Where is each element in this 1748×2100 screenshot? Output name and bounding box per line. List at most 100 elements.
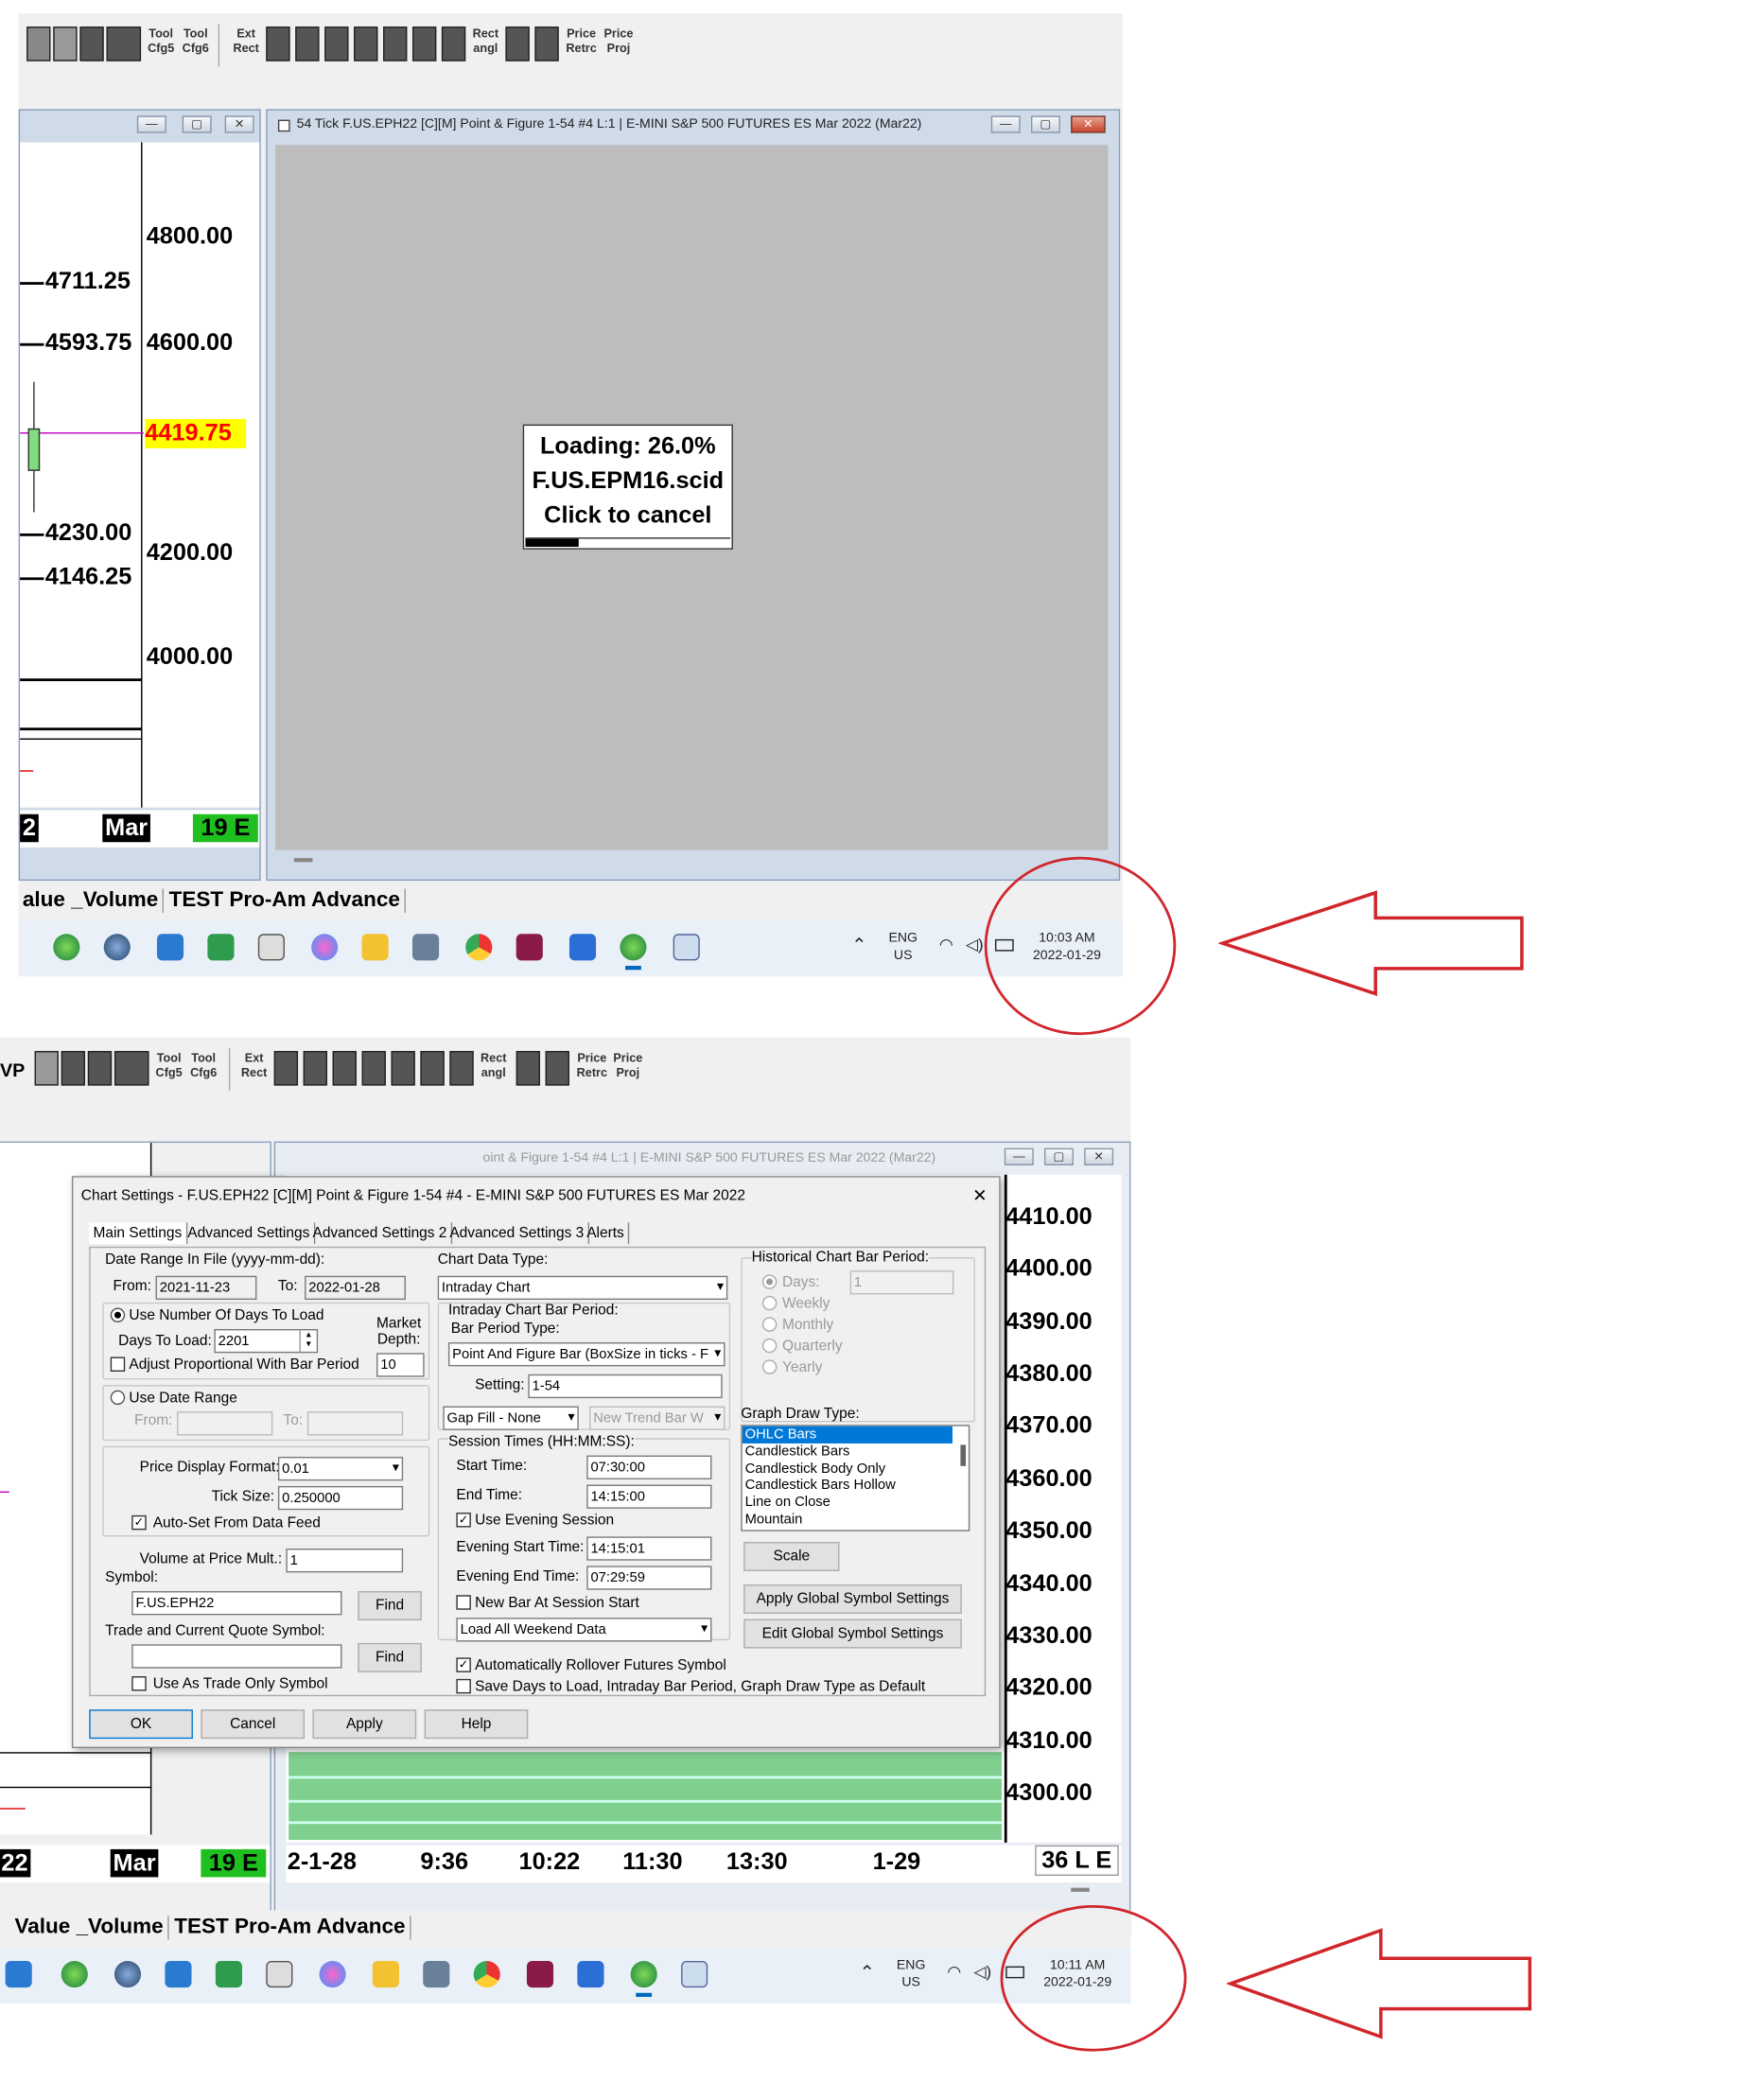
app-icon[interactable] <box>114 1961 142 1988</box>
tool-cfg5-button[interactable]: Tool Cfg5 <box>151 1051 186 1080</box>
evening-start-field[interactable]: 14:15:01 <box>586 1536 712 1561</box>
app-icon[interactable] <box>103 934 131 961</box>
tick-size-field[interactable]: 0.250000 <box>277 1485 404 1511</box>
hist-monthly-radio[interactable] <box>761 1317 778 1332</box>
start-time-field[interactable]: 07:30:00 <box>586 1455 712 1479</box>
maximize-button[interactable]: ▢ <box>1030 115 1060 133</box>
symbol-field[interactable]: F.US.EPH22 <box>131 1591 342 1616</box>
close-button[interactable]: ✕ <box>1071 115 1106 133</box>
market-depth-field[interactable]: 10 <box>376 1353 425 1377</box>
paint-icon[interactable] <box>311 934 339 961</box>
find-trade-symbol-button[interactable]: Find <box>358 1642 422 1672</box>
close-button[interactable]: ✕ <box>1084 1147 1114 1166</box>
language-indicator[interactable]: ENG US <box>897 1957 925 1992</box>
end-time-field[interactable]: 14:15:00 <box>586 1484 712 1509</box>
chart-data-type-select[interactable]: Intraday Chart <box>437 1275 728 1301</box>
price-retrc-button[interactable]: Price Retrc <box>575 1051 610 1080</box>
media-icon[interactable] <box>526 1961 554 1988</box>
find-symbol-button[interactable]: Find <box>358 1591 422 1620</box>
mail-icon[interactable] <box>156 934 184 961</box>
minimize-button[interactable]: — <box>1004 1147 1034 1166</box>
hist-weekly-radio[interactable] <box>761 1295 778 1311</box>
tray-chevron-icon[interactable]: ⌃ <box>860 1962 876 1981</box>
app-icon[interactable] <box>5 1961 32 1988</box>
toolbar-tool-button[interactable] <box>34 1051 59 1086</box>
from-date-field[interactable]: 2021-11-23 <box>155 1275 257 1301</box>
toolbar-tool-button[interactable] <box>505 26 530 61</box>
new-trend-select[interactable]: New Trend Bar W <box>589 1406 725 1430</box>
dialog-close-button[interactable]: ✕ <box>972 1185 987 1207</box>
minimize-button[interactable]: — <box>990 115 1021 133</box>
tab-advanced-settings[interactable]: Advanced Settings <box>184 1222 315 1244</box>
gap-fill-select[interactable]: Gap Fill - None <box>443 1406 579 1430</box>
toolbar-tool-button[interactable] <box>87 1051 113 1086</box>
excel-icon[interactable] <box>207 934 235 961</box>
scale-button[interactable]: Scale <box>743 1542 840 1571</box>
maximize-button[interactable]: ▢ <box>1044 1147 1074 1166</box>
chart-icon[interactable] <box>673 934 700 961</box>
sierra-chart-icon[interactable] <box>630 1961 657 1988</box>
price-proj-button[interactable]: Price Proj <box>602 26 637 56</box>
minimize-button[interactable]: — <box>136 115 166 133</box>
tab-test-pro-am[interactable]: TEST Pro-Am Advance <box>165 888 406 913</box>
help-button[interactable]: Help <box>424 1709 529 1740</box>
calculator-icon[interactable] <box>423 1961 450 1988</box>
maximize-button[interactable]: ▢ <box>182 115 212 133</box>
list-item[interactable]: Candlestick Bars <box>743 1444 969 1461</box>
hist-days-field[interactable]: 1 <box>849 1270 954 1295</box>
cancel-button[interactable]: Cancel <box>201 1709 306 1740</box>
days-stepper[interactable]: ▴ ▾ <box>299 1330 316 1352</box>
paint-icon[interactable] <box>319 1961 346 1988</box>
weekend-data-select[interactable]: Load All Weekend Data <box>456 1618 712 1642</box>
toolbar-tool-button[interactable] <box>61 1051 86 1086</box>
toolbar-tool-button[interactable] <box>295 26 320 61</box>
hist-yearly-radio[interactable] <box>761 1359 778 1374</box>
tab-value-volume[interactable]: alue _Volume <box>19 888 164 913</box>
notepad-icon[interactable] <box>577 1961 604 1988</box>
list-item[interactable]: Mountain <box>743 1512 969 1529</box>
scroll-handle[interactable] <box>293 858 313 863</box>
rect-angl-button[interactable]: Rect angl <box>476 1051 511 1080</box>
chart-area[interactable]: Loading: 26.0% F.US.EPM16.scid Click to … <box>275 145 1109 850</box>
auto-rollover-checkbox[interactable]: ✓ <box>456 1657 471 1672</box>
toolbar-tool-button[interactable] <box>303 1051 327 1086</box>
sierra-chart-icon[interactable] <box>620 934 647 961</box>
toolbar-tool-button[interactable] <box>273 1051 299 1086</box>
apply-global-settings-button[interactable]: Apply Global Symbol Settings <box>743 1584 962 1614</box>
price-retrc-button[interactable]: Price Retrc <box>564 26 599 56</box>
hist-days-radio[interactable] <box>761 1274 778 1289</box>
graph-draw-type-list[interactable]: OHLC Bars Candlestick Bars Candlestick B… <box>741 1425 970 1531</box>
toolbar-tool-button[interactable] <box>534 26 559 61</box>
volume-icon[interactable]: ◁) <box>966 936 984 954</box>
calculator-icon[interactable] <box>411 934 440 961</box>
toolbar-tool-button[interactable] <box>516 1051 540 1086</box>
ext-rect-button[interactable]: Ext Rect <box>236 1051 271 1080</box>
loading-box[interactable]: Loading: 26.0% F.US.EPM16.scid Click to … <box>522 424 733 550</box>
use-evening-checkbox[interactable]: ✓ <box>456 1513 471 1528</box>
list-item[interactable]: Candlestick Bars Hollow <box>743 1478 969 1495</box>
use-date-range-radio[interactable] <box>110 1390 126 1406</box>
tab-alerts[interactable]: Alerts <box>583 1222 630 1244</box>
tool-cfg6-button[interactable]: Tool Cfg6 <box>186 1051 221 1080</box>
toolbar-tool-button[interactable] <box>441 26 466 61</box>
toolbar-tool-button[interactable] <box>383 26 408 61</box>
edit-global-settings-button[interactable]: Edit Global Symbol Settings <box>743 1619 962 1649</box>
wifi-icon[interactable]: ◠ <box>947 1963 961 1981</box>
tool-cfg5-button[interactable]: Tool Cfg5 <box>144 26 179 56</box>
tab-advanced-settings-3[interactable]: Advanced Settings 3 <box>446 1222 589 1244</box>
hist-quarterly-radio[interactable] <box>761 1338 778 1354</box>
book-icon[interactable] <box>266 1961 293 1988</box>
save-default-checkbox[interactable] <box>456 1678 471 1694</box>
volume-mult-field[interactable]: 1 <box>286 1549 404 1573</box>
toolbar-tool-button[interactable] <box>361 1051 386 1086</box>
toolbar-tool-button[interactable] <box>79 26 104 61</box>
setting-field[interactable]: 1-54 <box>528 1374 723 1399</box>
price-display-select[interactable]: 0.01 <box>277 1457 404 1481</box>
toolbar-tool-button[interactable] <box>545 1051 569 1086</box>
chrome-icon[interactable] <box>465 934 493 961</box>
language-indicator[interactable]: ENG US <box>888 930 917 965</box>
ext-rect-button[interactable]: Ext Rect <box>229 26 264 56</box>
toolbar-tool-button[interactable] <box>332 1051 357 1086</box>
use-trade-only-checkbox[interactable] <box>131 1676 147 1691</box>
tool-cfg6-button[interactable]: Tool Cfg6 <box>178 26 213 56</box>
